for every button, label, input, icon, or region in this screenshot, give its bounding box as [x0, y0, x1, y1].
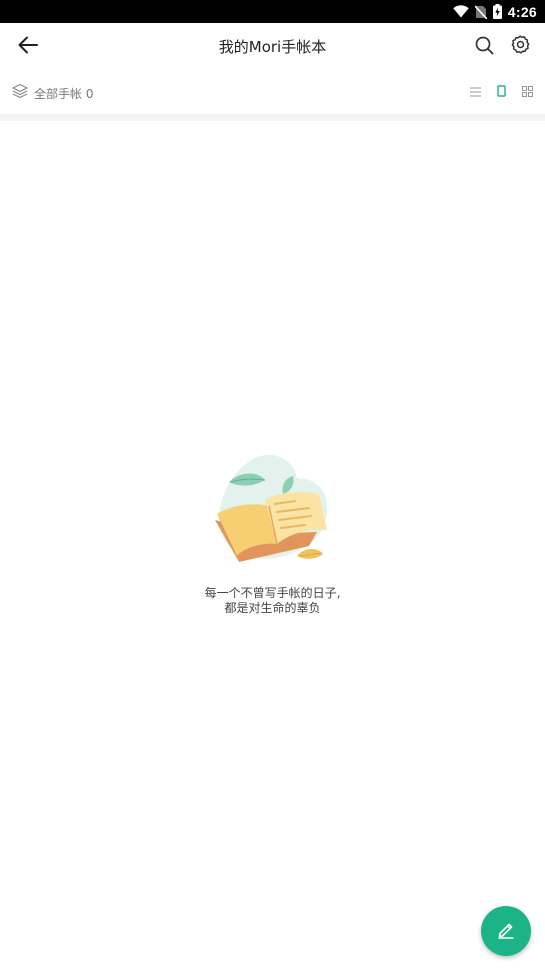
grid-view-button[interactable] [521, 84, 533, 98]
single-view-button[interactable] [495, 84, 507, 98]
empty-message-line1: 每一个不曾写手帐的日子, [204, 586, 341, 600]
single-view-icon [496, 82, 506, 101]
status-icons: 4:26 [453, 0, 537, 23]
grid-view-icon [521, 82, 533, 101]
layers-icon [12, 83, 28, 103]
pen-icon [496, 919, 516, 943]
settings-button[interactable] [507, 34, 533, 60]
list-view-button[interactable] [469, 84, 481, 98]
section-divider [0, 114, 545, 121]
empty-state: 每一个不曾写手帐的日子, 都是对生命的辜负 [0, 450, 545, 616]
filter-bar: 全部手帐 0 [0, 71, 545, 114]
new-entry-button[interactable] [481, 906, 531, 956]
list-view-icon [469, 82, 481, 101]
view-toggle [469, 84, 533, 98]
page-title: 我的Mori手帐本 [218, 38, 327, 56]
notebook-filter[interactable]: 全部手帐 0 [12, 83, 93, 103]
search-button[interactable] [471, 34, 497, 60]
status-time: 4:26 [507, 3, 537, 20]
no-sim-icon [474, 4, 487, 19]
filter-label: 全部手帐 0 [34, 86, 94, 101]
open-book-illustration [0, 450, 545, 576]
search-icon [475, 36, 494, 59]
status-bar: 4:26 [0, 0, 545, 23]
battery-charging-icon [492, 4, 502, 19]
app-bar: 我的Mori手帐本 [0, 23, 545, 71]
gear-icon [510, 35, 530, 59]
wifi-icon [453, 5, 469, 18]
empty-message-line2: 都是对生命的辜负 [224, 601, 321, 615]
